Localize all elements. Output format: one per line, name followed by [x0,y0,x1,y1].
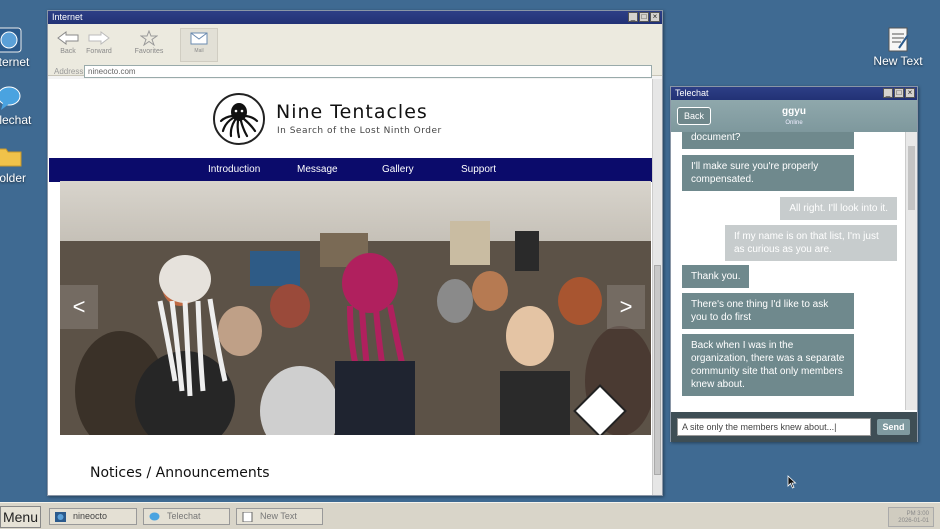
desktop-icon-label: New Text [873,54,923,68]
chat-bubble-icon [0,86,21,110]
chat-message-incoming: I'll make sure you're properly compensat… [682,155,854,191]
carousel-next-button[interactable]: > [607,285,645,329]
desktop-icon-folder[interactable]: Folder [0,143,44,185]
site-title: Nine Tentacles [276,101,428,123]
maximize-button[interactable]: □ [639,12,649,22]
nav-introduction[interactable]: Introduction [208,164,260,175]
address-row: Address nineocto.com [48,65,662,79]
window-title: Internet [52,12,83,22]
desktop-icon-telechat[interactable]: Telechat [0,85,44,127]
taskbar-item-new-text[interactable]: New Text [236,508,323,525]
browser-title-bar[interactable]: Internet _ □ × [48,11,662,24]
nav-gallery[interactable]: Gallery [382,164,414,175]
carousel-prev-button[interactable]: < [60,285,98,329]
chat-message-incoming: Back when I was in the organization, the… [682,334,854,396]
send-button[interactable]: Send [877,419,910,435]
close-button[interactable]: × [905,88,915,98]
taskbar-item-nineocto[interactable]: nineocto [49,508,137,525]
minimize-button[interactable]: _ [628,12,638,22]
contact-name: ggyu [782,106,806,117]
page-scrollbar[interactable] [652,79,662,495]
desktop-icon-label: Folder [0,171,26,185]
octopus-logo[interactable] [213,93,265,145]
window-title: Telechat [675,88,709,98]
address-input[interactable]: nineocto.com [84,65,652,78]
chat-header: Back ggyu Online [671,100,917,132]
site-nav-bar: Introduction Message Gallery Support [49,158,653,182]
close-button[interactable]: × [650,12,660,22]
chat-message-outgoing: All right. I'll look into it. [780,197,897,220]
address-label: Address [54,67,84,76]
globe-icon [0,27,22,53]
octopus-icon [219,103,259,139]
taskbar-clock[interactable]: PM 3:00 2026-01-01 [888,507,934,527]
telechat-window[interactable]: Telechat _ □ × Back ggyu Online document… [670,86,918,442]
star-icon [140,30,158,46]
browser-window[interactable]: Internet _ □ × Back Forward Favorites Ma… [47,10,663,496]
favorites-button[interactable]: Favorites [129,30,169,55]
folder-icon [0,148,22,167]
contact-status: Online [785,120,803,126]
desktop-icon-label: Telechat [0,113,32,127]
site-header: Nine Tentacles In Search of the Lost Nin… [213,93,473,149]
crowd-photo [60,181,651,435]
desktop-icon-label: Internet [0,55,30,69]
minimize-button[interactable]: _ [883,88,893,98]
mail-icon [190,32,208,45]
nav-message[interactable]: Message [297,164,338,175]
globe-icon [55,512,66,522]
scrollbar-thumb[interactable] [654,265,661,475]
desktop-icon-new-text[interactable]: New Text [863,26,933,68]
nav-support[interactable]: Support [461,164,496,175]
back-arrow-icon [57,31,79,45]
chat-bubble-icon [149,512,160,521]
maximize-button[interactable]: □ [894,88,904,98]
start-menu-button[interactable]: Menu [0,506,41,528]
chat-message-outgoing: If my name is on that list, I'm just as … [725,225,897,261]
forward-button[interactable]: Forward [79,30,119,55]
chat-message-input[interactable]: A site only the members knew about...| [677,418,871,436]
notices-heading: Notices / Announcements [90,465,270,481]
chat-input-bar: A site only the members knew about...| S… [671,412,917,442]
chat-scrollbar[interactable] [905,132,917,410]
telechat-title-bar[interactable]: Telechat _ □ × [671,87,917,100]
scrollbar-thumb[interactable] [908,146,915,210]
clock-time: PM 3:00 [906,511,929,517]
chat-message-incoming: There's one thing I'd like to ask you to… [682,293,854,329]
forward-arrow-icon [88,31,110,45]
taskbar-item-telechat[interactable]: Telechat [143,508,230,525]
mail-button[interactable]: Mail [180,28,218,62]
notepad-icon [242,512,253,522]
page-viewport: Nine Tentacles In Search of the Lost Nin… [48,79,653,495]
chat-message-incoming: Thank you. [682,265,750,288]
clock-date: 2026-01-01 [898,518,929,524]
hero-photo-carousel: < > [60,181,651,435]
desktop-icon-internet[interactable]: Internet [0,27,44,69]
site-subtitle: In Search of the Lost Ninth Order [277,126,442,136]
mouse-cursor-icon [787,475,797,489]
notepad-icon [888,27,909,52]
taskbar: Menu nineocto Telechat New Text PM 3:00 … [0,502,940,529]
chat-message-incoming: document? [682,132,854,149]
chat-messages: document? I'll make sure you're properly… [671,132,907,410]
